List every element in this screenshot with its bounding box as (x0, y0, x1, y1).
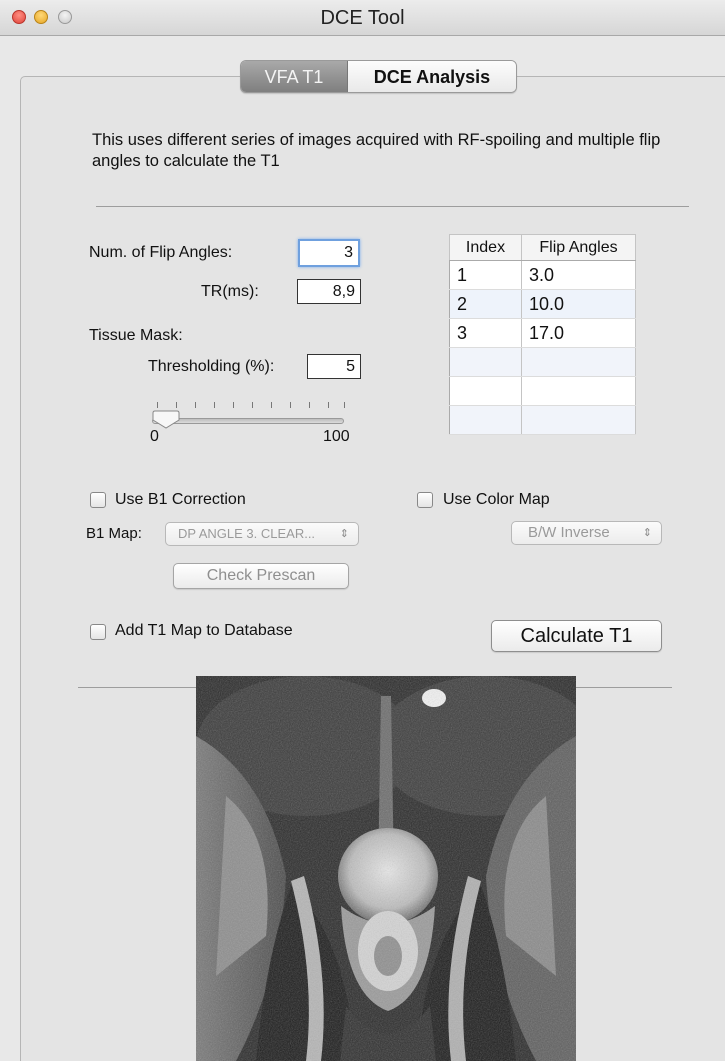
add-t1-map-label: Add T1 Map to Database (115, 622, 293, 639)
color-map-select[interactable]: B/W Inverse ⇕ (511, 521, 662, 545)
b1-map-label: B1 Map: (86, 525, 142, 542)
table-row[interactable]: 2 10.0 (449, 289, 636, 319)
table-cell[interactable] (521, 347, 636, 377)
mri-image-preview (196, 676, 576, 1061)
table-cell[interactable]: 2 (449, 289, 522, 319)
b1-correction-checkbox[interactable] (90, 492, 106, 508)
table-row[interactable]: 3 17.0 (449, 318, 636, 348)
table-cell[interactable] (521, 376, 636, 406)
slider-min-label: 0 (150, 428, 159, 445)
slider-tick (344, 402, 345, 408)
thresholding-label: Thresholding (%): (148, 358, 275, 375)
tab-vfa-t1[interactable]: VFA T1 (241, 61, 348, 92)
slider-tick (252, 402, 253, 408)
updown-arrows-icon: ⇕ (642, 527, 652, 539)
table-row[interactable] (449, 376, 636, 406)
tissue-mask-label: Tissue Mask: (89, 327, 183, 344)
table-cell[interactable]: 1 (449, 260, 522, 290)
tr-input[interactable]: 8,9 (297, 279, 361, 304)
table-cell[interactable]: 3.0 (521, 260, 636, 290)
description-text: This uses different series of images acq… (92, 131, 661, 170)
mri-scan-image (196, 676, 576, 1061)
table-cell[interactable]: 10.0 (521, 289, 636, 319)
b1-map-selected-value: DP ANGLE 3. CLEAR... (178, 526, 316, 541)
table-cell[interactable]: 3 (449, 318, 522, 348)
num-flip-angles-input[interactable]: 3 (298, 239, 360, 267)
thresholding-input[interactable]: 5 (307, 354, 361, 379)
calculate-t1-button[interactable]: Calculate T1 (491, 620, 662, 652)
slider-tick (309, 402, 310, 408)
slider-tick (290, 402, 291, 408)
table-cell[interactable] (449, 405, 522, 435)
title-bar: DCE Tool (0, 0, 725, 36)
slider-tick (176, 402, 177, 408)
tab-bar: VFA T1 DCE Analysis (240, 60, 517, 93)
table-cell[interactable]: 17.0 (521, 318, 636, 348)
table-cell[interactable] (449, 376, 522, 406)
slider-tick (214, 402, 215, 408)
slider-tick (233, 402, 234, 408)
slider-max-label: 100 (323, 428, 350, 445)
table-row[interactable] (449, 405, 636, 435)
slider-tick (328, 402, 329, 408)
table-row[interactable]: 1 3.0 (449, 260, 636, 290)
color-map-selected-value: B/W Inverse (528, 524, 610, 541)
column-header-index[interactable]: Index (449, 234, 522, 261)
num-flip-angles-label: Num. of Flip Angles: (89, 244, 233, 261)
slider-tick (157, 402, 158, 408)
separator-top (96, 206, 689, 207)
table-cell[interactable] (449, 347, 522, 377)
table-row[interactable] (449, 347, 636, 377)
b1-map-select[interactable]: DP ANGLE 3. CLEAR... ⇕ (165, 522, 359, 546)
color-map-label: Use Color Map (443, 491, 550, 508)
window-title: DCE Tool (320, 7, 405, 29)
slider-thumb[interactable] (152, 409, 180, 429)
check-prescan-button[interactable]: Check Prescan (173, 563, 349, 589)
slider-tick (271, 402, 272, 408)
color-map-checkbox[interactable] (417, 492, 433, 508)
slider-tick (195, 402, 196, 408)
tr-label: TR(ms): (201, 283, 259, 300)
add-t1-map-checkbox[interactable] (90, 624, 106, 640)
updown-arrows-icon: ⇕ (339, 528, 349, 540)
slider-track[interactable] (152, 418, 344, 424)
table-cell[interactable] (521, 405, 636, 435)
flip-angles-table[interactable]: Index Flip Angles 1 3.0 2 10.0 3 17.0 (449, 234, 636, 435)
b1-correction-label: Use B1 Correction (115, 491, 246, 508)
column-header-flip-angles[interactable]: Flip Angles (521, 234, 636, 261)
tab-dce-analysis[interactable]: DCE Analysis (348, 61, 516, 92)
